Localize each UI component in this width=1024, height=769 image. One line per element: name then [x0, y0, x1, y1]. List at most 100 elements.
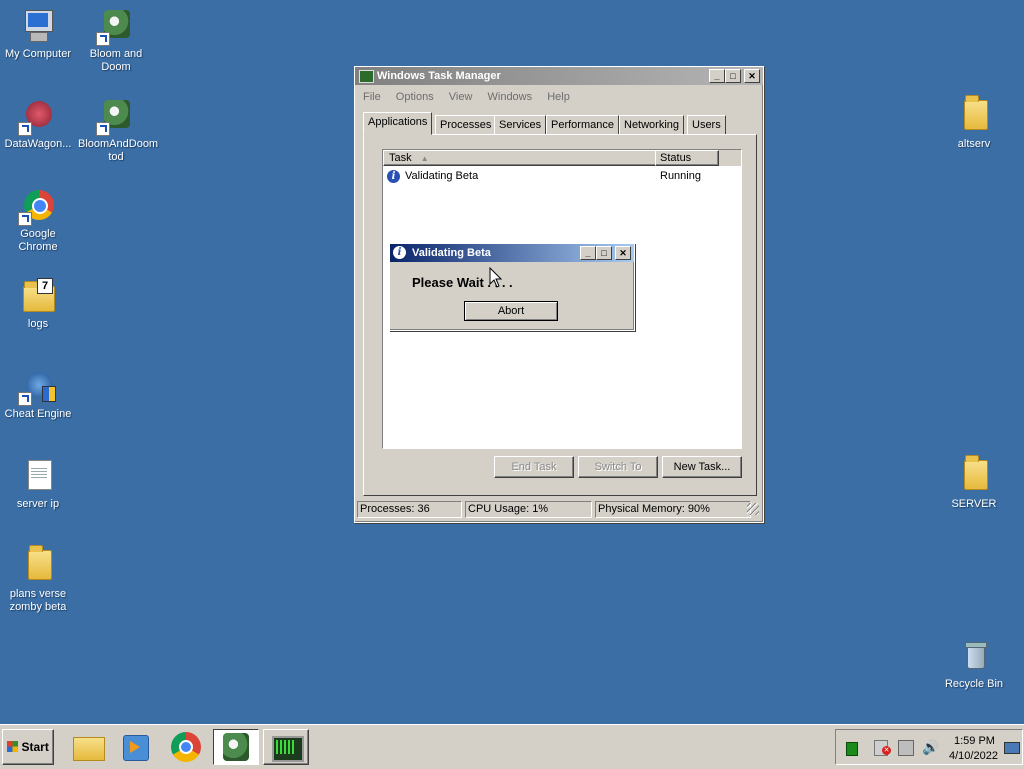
- status-bar: Processes: 36 CPU Usage: 1% Physical Mem…: [357, 501, 759, 518]
- desktop-icon-cheat-engine[interactable]: Cheat Engine: [0, 368, 76, 421]
- desktop-icon-recycle-bin[interactable]: Recycle Bin: [936, 638, 1012, 691]
- folder-icon: [956, 95, 992, 134]
- desktop-icon-google-chrome[interactable]: Google Chrome: [0, 188, 76, 254]
- datawagon-icon: [18, 98, 56, 136]
- desktop-icon-server[interactable]: SERVER: [936, 455, 1012, 511]
- desktop-icon-label: SERVER: [951, 498, 997, 510]
- maximize-button[interactable]: □: [725, 69, 741, 83]
- taskbar-media-player-button[interactable]: [114, 729, 158, 765]
- minimize-button[interactable]: _: [580, 246, 596, 260]
- desktop-icon-label: Recycle Bin: [944, 678, 1004, 690]
- mouse-cursor-icon: [489, 267, 503, 288]
- shortcut-arrow-icon: [96, 32, 110, 46]
- validating-beta-dialog[interactable]: i Validating Beta _ □ ✕ Please Wait . . …: [389, 243, 635, 331]
- tab-services[interactable]: Services: [494, 115, 547, 135]
- dialog-title: Validating Beta: [412, 247, 491, 259]
- status-processes: Processes: 36: [357, 501, 462, 518]
- shortcut-arrow-icon: [96, 122, 110, 136]
- taskbar-explorer-button[interactable]: [66, 729, 110, 765]
- minimize-button[interactable]: _: [709, 69, 725, 83]
- menu-options[interactable]: Options: [396, 91, 434, 103]
- desktop-icon-label: server ip: [16, 498, 60, 510]
- green-status-icon[interactable]: [846, 742, 858, 756]
- text-file-icon: [20, 458, 56, 494]
- task-manager-app-icon: [359, 70, 374, 83]
- desktop-icon-datawagon[interactable]: DataWagon...: [0, 98, 76, 151]
- column-header-task[interactable]: Task ▲: [383, 150, 660, 166]
- desktop-icon-label: BloomAndDoom tod: [78, 138, 159, 163]
- menu-help[interactable]: Help: [547, 91, 570, 103]
- chrome-icon: [18, 188, 56, 226]
- abort-button[interactable]: Abort: [464, 301, 558, 321]
- desktop-icon-label: altserv: [957, 138, 991, 150]
- status-physical-memory: Physical Memory: 90%: [595, 501, 751, 518]
- cheat-engine-icon: [18, 368, 56, 406]
- shortcut-arrow-icon: [18, 392, 32, 406]
- desktop-icon-label: DataWagon...: [4, 138, 72, 150]
- info-icon: i: [393, 246, 406, 259]
- menu-view[interactable]: View: [449, 91, 473, 103]
- desktop-icon-altserv[interactable]: altserv: [936, 95, 1012, 151]
- new-task-button[interactable]: New Task...: [662, 456, 742, 478]
- folder-icon: [956, 455, 992, 494]
- info-icon: i: [387, 169, 400, 183]
- taskbar-bloom-and-doom-button[interactable]: [213, 729, 259, 765]
- sort-ascending-icon: ▲: [420, 154, 429, 163]
- bloom-and-doom-icon: [223, 733, 249, 761]
- bloom-and-doom-icon: [96, 98, 134, 136]
- desktop-icon-logs[interactable]: 7 logs: [0, 278, 76, 331]
- task-status: Running: [660, 170, 701, 182]
- taskbar-task-manager-button[interactable]: [263, 729, 309, 765]
- recycle-bin-icon: [956, 638, 992, 674]
- task-manager-title: Windows Task Manager: [377, 70, 501, 82]
- task-manager-menubar: File Options View Windows Help: [363, 91, 582, 103]
- volume-icon[interactable]: 🔊: [922, 739, 939, 756]
- desktop-icon-label: Google Chrome: [18, 228, 58, 253]
- close-button[interactable]: ✕: [744, 69, 760, 83]
- desktop-icon-label: plans verse zomby beta: [9, 588, 67, 613]
- tab-performance[interactable]: Performance: [546, 115, 619, 135]
- column-header-status[interactable]: Status: [655, 150, 719, 166]
- taskbar: Start ✕ 🔊 1:59 PM 4/10/2022: [0, 724, 1024, 769]
- show-desktop-icon[interactable]: [1004, 742, 1020, 754]
- folder-icon: [73, 737, 105, 761]
- close-button[interactable]: ✕: [615, 246, 631, 260]
- desktop-icon-server-ip[interactable]: server ip: [0, 458, 76, 511]
- taskbar-chrome-button[interactable]: [164, 729, 208, 765]
- menu-file[interactable]: File: [363, 91, 381, 103]
- desktop-icon-label: My Computer: [4, 48, 72, 60]
- task-manager-titlebar[interactable]: Windows Task Manager _ □ ✕: [355, 67, 763, 85]
- end-task-button[interactable]: End Task: [494, 456, 574, 478]
- desktop-icon-bloomanddoom-tod[interactable]: BloomAndDoom tod: [78, 98, 159, 164]
- resize-grip-icon[interactable]: [747, 503, 759, 515]
- start-button[interactable]: Start: [2, 729, 54, 765]
- desktop-icon-my-computer[interactable]: My Computer: [0, 8, 76, 61]
- tab-processes[interactable]: Processes: [435, 115, 497, 135]
- dialog-titlebar[interactable]: i Validating Beta _ □ ✕: [390, 244, 634, 262]
- tab-networking[interactable]: Networking: [619, 115, 685, 135]
- clock-date[interactable]: 4/10/2022: [949, 750, 998, 762]
- maximize-button[interactable]: □: [596, 246, 612, 260]
- shortcut-arrow-icon: [18, 122, 32, 136]
- desktop-icon-label: Cheat Engine: [4, 408, 72, 420]
- desktop-icon-bloom-and-doom[interactable]: Bloom and Doom: [78, 8, 154, 74]
- tab-applications[interactable]: Applications: [363, 112, 433, 135]
- network-icon[interactable]: [898, 740, 914, 756]
- menu-windows[interactable]: Windows: [488, 91, 533, 103]
- list-header: Task ▲ Status: [383, 150, 741, 166]
- tab-users[interactable]: Users: [687, 115, 726, 135]
- status-cpu-usage: CPU Usage: 1%: [465, 501, 592, 518]
- desktop-icon-label: Bloom and Doom: [89, 48, 143, 73]
- my-computer-icon: [20, 8, 56, 44]
- desktop-icon-plans-verse-zomby-beta[interactable]: plans verse zomby beta: [0, 545, 76, 614]
- table-row[interactable]: i Validating Beta Running: [387, 168, 737, 184]
- tab-strip: Applications Processes Services Performa…: [363, 112, 753, 135]
- desktop-icon-label: logs: [27, 318, 49, 330]
- windows-logo-icon: [7, 741, 19, 752]
- clock-time[interactable]: 1:59 PM: [954, 735, 995, 747]
- folder-icon: [20, 545, 56, 584]
- bloom-and-doom-icon: [96, 8, 134, 46]
- task-name: Validating Beta: [405, 170, 479, 182]
- switch-to-button[interactable]: Switch To: [578, 456, 658, 478]
- system-tray: ✕ 🔊 1:59 PM 4/10/2022: [835, 729, 1023, 765]
